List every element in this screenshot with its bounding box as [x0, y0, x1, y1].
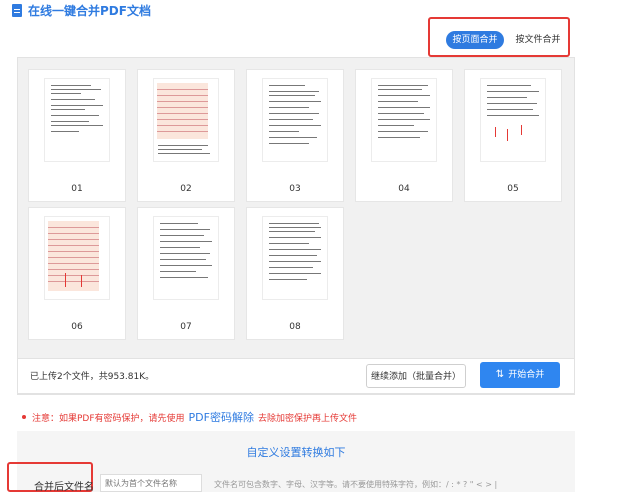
- page-preview: [153, 216, 219, 300]
- continue-add-button[interactable]: 继续添加（批量合并）: [366, 364, 466, 388]
- merge-by-file-button[interactable]: 按文件合并: [510, 31, 566, 49]
- page-preview: [262, 216, 328, 300]
- filename-input[interactable]: [100, 474, 202, 492]
- page-thumbnail-02[interactable]: 02: [137, 69, 235, 202]
- page-thumbnail-01[interactable]: 01: [28, 69, 126, 202]
- filename-hint: 文件名可包含数字、字母、汉字等。请不要使用特殊字符，例如：/ : * ? " <…: [214, 480, 498, 489]
- page-number: 07: [180, 322, 192, 332]
- page-number: 01: [71, 184, 83, 194]
- page-number: 03: [289, 184, 301, 194]
- swap-icon: ⇅: [495, 369, 505, 380]
- page-thumbnail-04[interactable]: 04: [355, 69, 453, 202]
- notice-prefix: 注意：如果PDF有密码保护，请先使用: [32, 413, 185, 424]
- page-preview: [262, 78, 328, 162]
- upload-status: 已上传2个文件，共953.81K。: [30, 372, 155, 382]
- pdf-password-remove-link[interactable]: PDF密码解除: [189, 409, 254, 425]
- page-preview: [44, 78, 110, 162]
- start-merge-label: 开始合并: [508, 370, 545, 380]
- page-number: 02: [180, 184, 192, 194]
- page-thumbnail-05[interactable]: 05: [464, 69, 562, 202]
- merge-by-page-button[interactable]: 按页面合并: [446, 31, 504, 49]
- bullet-icon: [22, 415, 26, 419]
- page-thumbnail-07[interactable]: 07: [137, 207, 235, 340]
- page-preview: [480, 78, 546, 162]
- notice-suffix: 去除加密保护再上传文件: [257, 413, 357, 424]
- filename-label: 合并后文件名: [34, 482, 94, 493]
- page-number: 04: [398, 184, 410, 194]
- password-notice: 注意：如果PDF有密码保护，请先使用 PDF密码解除 去除加密保护再上传文件: [22, 409, 357, 425]
- page-thumbnail-06[interactable]: 06: [28, 207, 126, 340]
- page-header: 在线一键合并PDF文档: [12, 2, 151, 19]
- page-preview: [153, 78, 219, 162]
- page-number: 05: [507, 184, 519, 194]
- page-number: 06: [71, 322, 83, 332]
- page-title: 在线一键合并PDF文档: [28, 4, 151, 18]
- page-number: 08: [289, 322, 301, 332]
- page-preview: [44, 216, 110, 300]
- settings-title: 自定义设置转换如下: [246, 446, 346, 459]
- page-preview: [371, 78, 437, 162]
- start-merge-button[interactable]: ⇅ 开始合并: [480, 362, 560, 388]
- page-thumbnail-03[interactable]: 03: [246, 69, 344, 202]
- document-icon: [12, 4, 22, 17]
- page-thumbnail-08[interactable]: 08: [246, 207, 344, 340]
